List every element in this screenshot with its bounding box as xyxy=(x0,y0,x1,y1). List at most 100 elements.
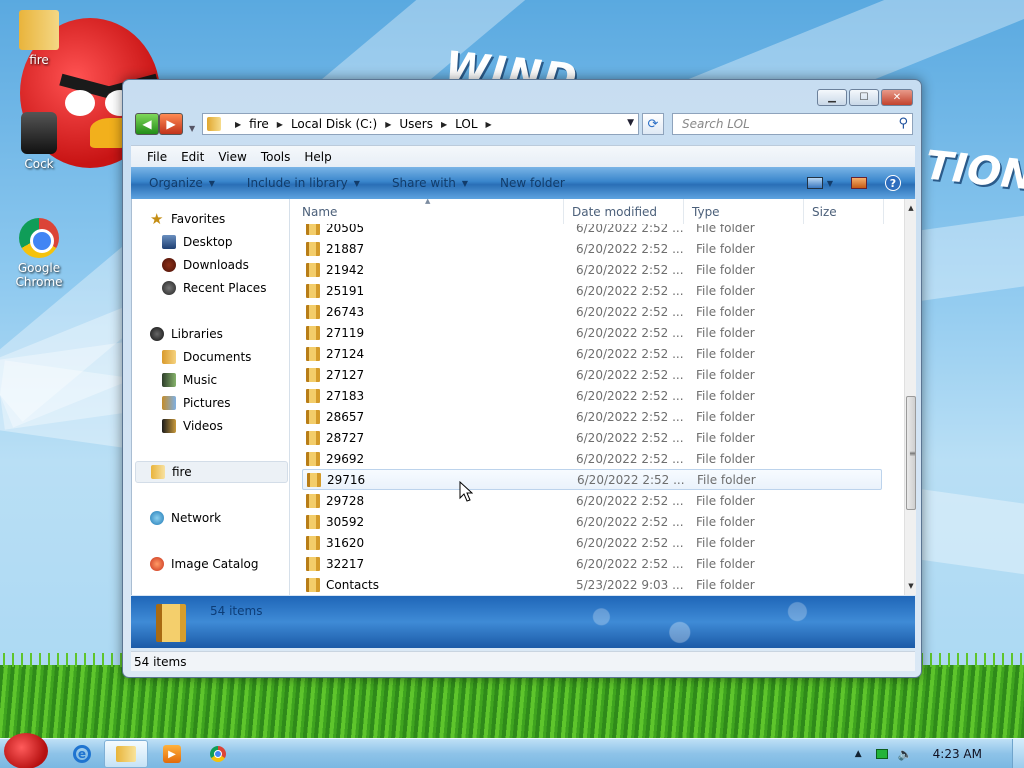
file-row[interactable]: 25191 6/20/2022 2:52 ... File folder xyxy=(302,280,882,301)
file-row[interactable]: 29692 6/20/2022 2:52 ... File folder xyxy=(302,448,882,469)
chevron-right-icon[interactable]: ▶ xyxy=(486,120,492,129)
breadcrumb-fire[interactable]: fire xyxy=(249,117,269,131)
chevron-right-icon[interactable]: ▶ xyxy=(385,120,391,129)
desktop-icon-cock[interactable]: Cock xyxy=(4,112,74,171)
address-dropdown-icon[interactable]: ▼ xyxy=(627,118,634,128)
status-bar: 54 items xyxy=(131,651,915,671)
column-header-size[interactable]: Size xyxy=(804,199,884,224)
share-with-button[interactable]: Share with ▼ xyxy=(392,176,468,190)
file-row[interactable]: 31620 6/20/2022 2:52 ... File folder xyxy=(302,532,882,553)
sidebar-item-documents[interactable]: Documents xyxy=(162,348,251,366)
file-row[interactable]: 27183 6/20/2022 2:52 ... File folder xyxy=(302,385,882,406)
sidebar-item-recent-places[interactable]: Recent Places xyxy=(162,279,266,297)
taskbar-media-player[interactable]: ▶ xyxy=(150,740,194,768)
taskbar-internet-explorer[interactable]: e xyxy=(60,740,104,768)
user-folder-icon xyxy=(151,465,165,479)
sidebar-item-image-catalog[interactable]: Image Catalog xyxy=(150,555,258,573)
change-view-button[interactable]: ▼ xyxy=(806,177,833,189)
help-icon[interactable]: ? xyxy=(885,175,901,191)
volume-icon[interactable]: 🔈 xyxy=(898,747,913,761)
menu-edit[interactable]: Edit xyxy=(174,150,211,164)
recent-pages-dropdown[interactable]: ▼ xyxy=(189,124,195,133)
view-icon xyxy=(806,177,823,189)
file-row[interactable]: 27127 6/20/2022 2:52 ... File folder xyxy=(302,364,882,385)
sidebar-item-desktop[interactable]: Desktop xyxy=(162,233,233,251)
file-row[interactable]: 26743 6/20/2022 2:52 ... File folder xyxy=(302,301,882,322)
file-row[interactable]: 27124 6/20/2022 2:52 ... File folder xyxy=(302,343,882,364)
sidebar-item-libraries[interactable]: Libraries xyxy=(150,325,223,343)
close-button[interactable]: ✕ xyxy=(881,89,913,106)
breadcrumb-users[interactable]: Users xyxy=(399,117,433,131)
chevron-right-icon[interactable]: ▶ xyxy=(277,120,283,129)
image-catalog-icon xyxy=(150,557,164,571)
file-row[interactable]: 28727 6/20/2022 2:52 ... File folder xyxy=(302,427,882,448)
menu-file[interactable]: File xyxy=(140,150,174,164)
sidebar-item-network[interactable]: Network xyxy=(150,509,221,527)
sidebar-item-music[interactable]: Music xyxy=(162,371,217,389)
sidebar-item-fire[interactable]: fire xyxy=(135,461,288,483)
maximize-button[interactable]: ☐ xyxy=(849,89,879,106)
file-row[interactable]: 30592 6/20/2022 2:52 ... File folder xyxy=(302,511,882,532)
minimize-button[interactable]: ▁ xyxy=(817,89,847,106)
sidebar-item-videos[interactable]: Videos xyxy=(162,417,223,435)
new-folder-button[interactable]: New folder xyxy=(500,176,565,190)
chevron-right-icon[interactable]: ▶ xyxy=(441,120,447,129)
sidebar-item-favorites[interactable]: ★ Favorites xyxy=(150,210,225,228)
sidebar-item-pictures[interactable]: Pictures xyxy=(162,394,231,412)
back-button[interactable]: ◀ xyxy=(135,113,159,135)
file-date-modified: 6/20/2022 2:52 ... xyxy=(576,388,684,403)
clock[interactable]: 4:23 AM xyxy=(933,747,982,761)
desktop-icon-fire[interactable]: fire xyxy=(4,10,74,67)
scrollbar-thumb[interactable]: ≡ xyxy=(906,396,916,510)
taskbar-windows-explorer[interactable] xyxy=(104,740,148,768)
file-date-modified: 6/20/2022 2:52 ... xyxy=(576,493,684,508)
chevron-right-icon[interactable]: ▶ xyxy=(235,120,241,129)
grip-icon: ≡ xyxy=(909,449,916,458)
folder-icon xyxy=(306,409,320,424)
include-in-library-button[interactable]: Include in library ▼ xyxy=(247,176,360,190)
search-input[interactable] xyxy=(673,114,883,134)
file-row[interactable]: 29728 6/20/2022 2:52 ... File folder xyxy=(302,490,882,511)
organize-button[interactable]: Organize ▼ xyxy=(149,176,215,190)
sidebar-item-downloads[interactable]: Downloads xyxy=(162,256,249,274)
show-hidden-icons-icon[interactable]: ▲ xyxy=(855,749,862,759)
chrome-icon xyxy=(210,746,226,762)
breadcrumb-local-disk[interactable]: Local Disk (C:) xyxy=(291,117,377,131)
sidebar-item-label: Recent Places xyxy=(183,281,267,295)
vertical-scrollbar[interactable]: ▲ ≡ ▼ xyxy=(904,199,916,595)
address-bar[interactable]: ▶ fire ▶ Local Disk (C:) ▶ Users ▶ LOL ▶… xyxy=(202,113,639,135)
column-header-type[interactable]: Type xyxy=(684,199,804,224)
start-button[interactable] xyxy=(4,733,48,768)
file-name: 27124 xyxy=(326,346,365,361)
file-date-modified: 6/20/2022 2:52 ... xyxy=(576,262,684,277)
file-row[interactable]: 32217 6/20/2022 2:52 ... File folder xyxy=(302,553,882,574)
file-row[interactable]: 27119 6/20/2022 2:52 ... File folder xyxy=(302,322,882,343)
scroll-up-icon[interactable]: ▲ xyxy=(905,202,917,214)
refresh-button[interactable]: ⟳ xyxy=(642,113,664,135)
file-row[interactable]: Contacts 5/23/2022 9:03 ... File folder xyxy=(302,574,882,595)
column-header-date[interactable]: Date modified xyxy=(564,199,684,224)
sidebar-item-label: Network xyxy=(171,511,222,525)
menu-view[interactable]: View xyxy=(211,150,253,164)
file-row[interactable]: 21942 6/20/2022 2:52 ... File folder xyxy=(302,259,882,280)
file-type: File folder xyxy=(696,556,755,571)
folder-icon xyxy=(306,346,320,361)
file-row[interactable]: 28657 6/20/2022 2:52 ... File folder xyxy=(302,406,882,427)
desktop-icon xyxy=(162,235,176,249)
menu-help[interactable]: Help xyxy=(297,150,338,164)
file-row[interactable]: 21887 6/20/2022 2:52 ... File folder xyxy=(302,238,882,259)
scroll-down-icon[interactable]: ▼ xyxy=(905,580,917,592)
file-row[interactable]: 29716 6/20/2022 2:52 ... File folder xyxy=(302,469,882,490)
menu-tools[interactable]: Tools xyxy=(254,150,298,164)
preview-pane-icon[interactable] xyxy=(851,177,867,189)
show-desktop-button[interactable] xyxy=(1012,739,1024,768)
forward-button[interactable]: ▶ xyxy=(159,113,183,135)
user-folder-icon xyxy=(207,117,221,131)
breadcrumb-lol[interactable]: LOL xyxy=(455,117,477,131)
network-status-icon[interactable] xyxy=(875,749,888,759)
desktop-icon-chrome[interactable]: Google Chrome xyxy=(4,218,74,289)
column-header-name[interactable]: ▲ Name xyxy=(292,199,564,224)
search-box[interactable]: ⚲ xyxy=(672,113,913,135)
taskbar-chrome[interactable] xyxy=(196,740,240,768)
search-icon[interactable]: ⚲ xyxy=(898,116,908,131)
